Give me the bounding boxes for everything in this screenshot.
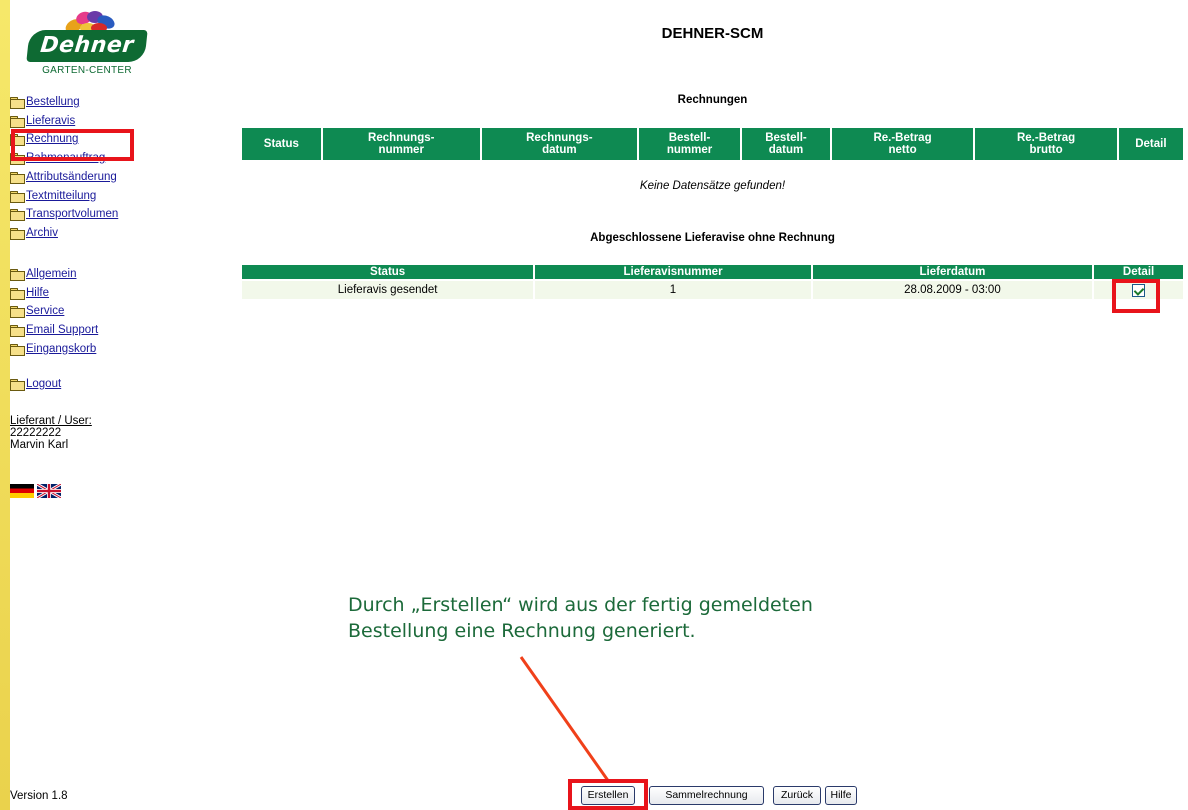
de-flag-icon[interactable] (10, 484, 34, 498)
sidebar-item-lieferavis[interactable]: Lieferavis (10, 113, 75, 129)
user-id: 22222222 (10, 427, 62, 439)
sidebar-item-attributsaenderung[interactable]: Attributsänderung (10, 169, 117, 185)
empty-message: Keine Datensätze gefunden! (639, 180, 786, 192)
help-button[interactable]: Hilfe (825, 786, 857, 805)
invoices-col-header: Detail (1118, 128, 1183, 160)
invoices-col-header: Bestell- nummer (638, 128, 741, 160)
sidebar-link-eingangskorb[interactable]: Eingangskorb (26, 343, 96, 355)
collective-invoice-button[interactable]: Sammelrechnung (649, 786, 764, 805)
sidebar-link-logout[interactable]: Logout (26, 378, 61, 390)
annotation-note: Durch „Erstellen“ wird aus der fertig ge… (348, 594, 813, 642)
closed-avis-table: Status Lieferavisnummer Lieferdatum Detail … (240, 263, 1185, 301)
invoices-col-header: Status (242, 128, 321, 160)
language-switcher (10, 484, 61, 498)
avis-cell-date: 28.08.2009 - 03:00 (812, 281, 1093, 299)
create-highlight-box (568, 779, 648, 810)
sidebar-item-textmitteilung[interactable]: Textmitteilung (10, 188, 96, 204)
uk-flag-icon[interactable] (37, 484, 61, 498)
user-label[interactable]: Lieferant / User: (10, 415, 92, 427)
logo-subtitle: GARTEN-CENTER (42, 65, 132, 76)
folder-icon (10, 209, 25, 222)
avis-col-header: Lieferavisnummer (535, 265, 811, 279)
folder-icon (10, 269, 25, 281)
sidebar-item-logout[interactable]: Logout (10, 376, 61, 392)
page: Dehner GARTEN-CENTER Bestellung Lieferavi… (10, 0, 1188, 810)
folder-icon (10, 227, 25, 240)
sidebar-item-eingangskorb[interactable]: Eingangskorb (10, 341, 96, 357)
folder-icon (10, 325, 25, 338)
sidebar-item-archiv[interactable]: Archiv (10, 225, 58, 241)
user-name: Marvin Karl (10, 439, 69, 451)
page-title: DEHNER-SCM (661, 25, 764, 42)
sidebar-item-email-support[interactable]: Email Support (10, 322, 98, 338)
avis-col-header: Status (242, 265, 534, 279)
avis-cell-number: 1 (535, 281, 811, 299)
closed-avis-title: Abgeschlossene Lieferavise ohne Rechnung (590, 232, 835, 244)
sidebar-link-hilfe[interactable]: Hilfe (26, 287, 49, 299)
detail-highlight-box (1112, 279, 1160, 313)
folder-icon (10, 171, 25, 184)
folder-icon (10, 97, 25, 109)
folder-icon (10, 343, 25, 356)
invoices-title: Rechnungen (677, 94, 748, 106)
sidebar-link-service[interactable]: Service (26, 305, 64, 317)
sidebar-item-transportvolumen[interactable]: Transportvolumen (10, 206, 118, 222)
sidebar-link-email-support[interactable]: Email Support (26, 324, 98, 336)
sidebar-link-bestellung[interactable]: Bestellung (26, 96, 80, 108)
user-info: Lieferant / User: 22222222 Marvin Karl (10, 415, 92, 451)
invoices-col-header: Bestell- datum (742, 128, 830, 160)
sidebar-item-allgemein[interactable]: Allgemein (10, 266, 77, 282)
sidebar-link-transportvolumen[interactable]: Transportvolumen (26, 208, 118, 220)
table-row: Lieferavis gesendet 1 28.08.2009 - 03:00 (242, 281, 1183, 299)
invoices-col-header: Rechnungs- datum (481, 128, 637, 160)
sidebar-item-hilfe[interactable]: Hilfe (10, 285, 49, 301)
folder-icon (10, 190, 25, 203)
sidebar-link-allgemein[interactable]: Allgemein (26, 268, 77, 280)
folder-icon (10, 287, 25, 300)
sidebar-item-bestellung[interactable]: Bestellung (10, 94, 80, 110)
avis-col-header: Detail (1094, 265, 1183, 279)
invoices-col-header: Re.-Betrag netto (831, 128, 974, 160)
invoices-table: Status Rechnungs- nummer Rechnungs- datum B… (240, 126, 1185, 162)
sidebar-link-lieferavis[interactable]: Lieferavis (26, 115, 75, 127)
avis-col-header: Lieferdatum (812, 265, 1093, 279)
invoices-col-header: Re.-Betrag brutto (975, 128, 1117, 160)
dehner-logo[interactable]: Dehner GARTEN-CENTER (22, 8, 152, 78)
sidebar-link-textmitteilung[interactable]: Textmitteilung (26, 190, 96, 202)
logo-wordmark: Dehner (26, 30, 148, 62)
left-accent-bar (0, 0, 10, 810)
folder-icon (10, 379, 25, 391)
nav-highlight-box (11, 129, 134, 161)
folder-icon (10, 306, 25, 319)
avis-cell-status: Lieferavis gesendet (242, 281, 534, 299)
invoices-col-header: Rechnungs- nummer (322, 128, 480, 160)
folder-icon (10, 115, 25, 128)
back-button[interactable]: Zurück (773, 786, 821, 805)
sidebar-item-service[interactable]: Service (10, 303, 64, 319)
sidebar-link-archiv[interactable]: Archiv (26, 227, 58, 239)
annotation-pointer-line (519, 656, 611, 783)
sidebar-link-attributsaenderung[interactable]: Attributsänderung (26, 171, 117, 183)
sidebar: Dehner GARTEN-CENTER Bestellung Lieferavi… (10, 0, 170, 810)
